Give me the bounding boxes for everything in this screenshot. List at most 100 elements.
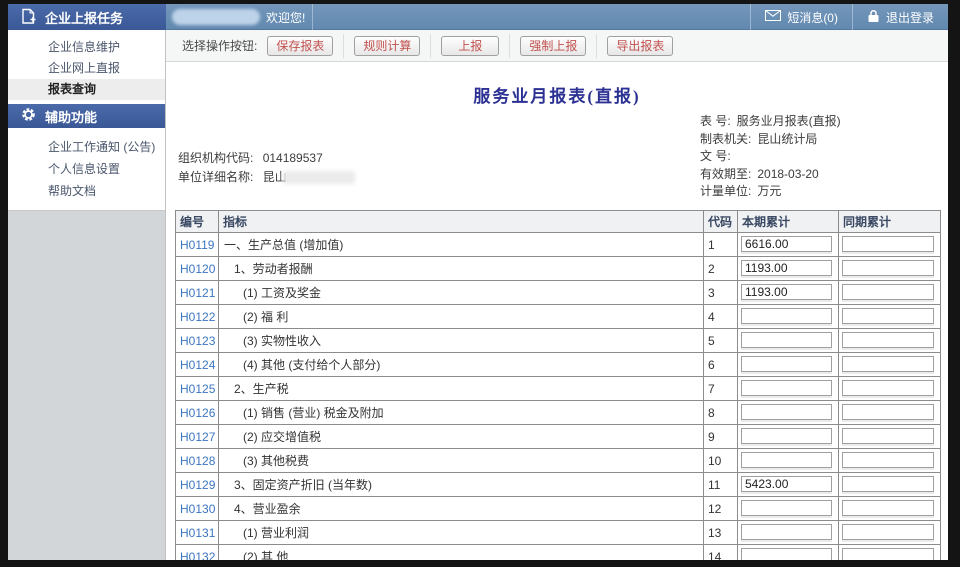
welcome-area: 欢迎您!	[172, 4, 305, 30]
current-period-input[interactable]	[741, 332, 832, 348]
code-cell: 8	[704, 401, 738, 425]
doc-number-label: 文 号:	[700, 149, 731, 163]
table-row: H0121 (1) 工资及奖金 3	[176, 281, 941, 305]
topbar-divider	[312, 4, 313, 30]
same-period-input[interactable]	[842, 524, 934, 540]
table-row: H0119 一、生产总值 (增加值) 1	[176, 233, 941, 257]
indicator-cell: (3) 其他税费	[219, 449, 704, 473]
table-row: H0120 1、劳动者报酬 2	[176, 257, 941, 281]
save-report-button[interactable]: 保存报表	[267, 36, 333, 56]
indicator-cell: (2) 福 利	[219, 305, 704, 329]
table-header-row: 编号 指标 代码 本期累计 同期累计	[176, 211, 941, 233]
same-period-input[interactable]	[842, 500, 934, 516]
indicator-cell: 2、生产税	[219, 377, 704, 401]
rule-calculation-button[interactable]: 规则计算	[354, 36, 420, 56]
table-row: H0123 (3) 实物性收入 5	[176, 329, 941, 353]
current-period-input[interactable]	[741, 284, 832, 300]
report-table: 编号 指标 代码 本期累计 同期累计 H0119 一、生产总值 (增加值) 1 …	[175, 210, 941, 560]
current-period-input[interactable]	[741, 380, 832, 396]
sidebar-item-work-notice[interactable]: 企业工作通知 (公告)	[8, 136, 165, 158]
logout-button[interactable]: 退出登录	[853, 4, 948, 30]
org-code-label: 组织机构代码:	[178, 151, 253, 165]
same-period-input[interactable]	[842, 428, 934, 444]
sidebar-item-help-docs[interactable]: 帮助文档	[8, 180, 165, 202]
current-period-input[interactable]	[741, 476, 832, 492]
row-id-link[interactable]: H0124	[176, 358, 215, 372]
current-period-input[interactable]	[741, 236, 832, 252]
row-id-link[interactable]: H0129	[176, 478, 215, 492]
col-header-same-period: 同期累计	[839, 211, 941, 233]
row-id-link[interactable]: H0127	[176, 430, 215, 444]
sidebar-item-enterprise-info[interactable]: 企业信息维护	[8, 37, 165, 58]
sidebar-item-report-query[interactable]: 报表查询	[8, 79, 165, 100]
application-window: 企业上报任务 欢迎您! 短消息(0) 退出登录	[8, 4, 948, 560]
row-id-link[interactable]: H0121	[176, 286, 215, 300]
row-id-link[interactable]: H0120	[176, 262, 215, 276]
same-period-input[interactable]	[842, 404, 934, 420]
submit-button[interactable]: 上报	[441, 36, 499, 56]
row-id-link[interactable]: H0123	[176, 334, 215, 348]
current-period-input[interactable]	[741, 356, 832, 372]
same-period-input[interactable]	[842, 452, 934, 468]
export-report-button[interactable]: 导出报表	[607, 36, 673, 56]
unit-of-measure-label: 计量单位:	[700, 184, 751, 198]
row-id-link[interactable]: H0131	[176, 526, 215, 540]
top-bar: 企业上报任务 欢迎您! 短消息(0) 退出登录	[8, 4, 948, 30]
toolbar-label: 选择操作按钮:	[182, 37, 257, 54]
messages-button[interactable]: 短消息(0)	[751, 4, 852, 30]
code-cell: 7	[704, 377, 738, 401]
row-id-link[interactable]: H0125	[176, 382, 215, 396]
code-cell: 5	[704, 329, 738, 353]
form-number-label: 表 号:	[700, 114, 731, 128]
same-period-input[interactable]	[842, 260, 934, 276]
current-period-input[interactable]	[741, 524, 832, 540]
current-period-input[interactable]	[741, 308, 832, 324]
toolbar-divider	[596, 34, 597, 58]
indicator-cell: (2) 应交增值税	[219, 425, 704, 449]
same-period-input[interactable]	[842, 332, 934, 348]
table-row: H0131 (1) 营业利润 13	[176, 521, 941, 545]
force-submit-button[interactable]: 强制上报	[520, 36, 586, 56]
row-id-link[interactable]: H0122	[176, 310, 215, 324]
same-period-input[interactable]	[842, 236, 934, 252]
col-header-indicator: 指标	[219, 211, 704, 233]
indicator-cell: (1) 工资及奖金	[219, 281, 704, 305]
sidebar-item-personal-settings[interactable]: 个人信息设置	[8, 158, 165, 180]
current-period-input[interactable]	[741, 404, 832, 420]
sidebar-item-online-direct-report[interactable]: 企业网上直报	[8, 58, 165, 79]
sidebar-nav: 企业信息维护 企业网上直报 报表查询 辅助功能 企业工作通知 (公告) 个人信息…	[8, 30, 165, 211]
same-period-input[interactable]	[842, 476, 934, 492]
org-code-value: 014189537	[263, 151, 323, 165]
current-period-input[interactable]	[741, 452, 832, 468]
document-plus-icon	[21, 8, 36, 27]
same-period-input[interactable]	[842, 380, 934, 396]
current-period-input[interactable]	[741, 500, 832, 516]
row-id-link[interactable]: H0132	[176, 550, 215, 561]
same-period-input[interactable]	[842, 356, 934, 372]
row-id-link[interactable]: H0130	[176, 502, 215, 516]
indicator-cell: (3) 实物性收入	[219, 329, 704, 353]
toolbar-divider	[343, 34, 344, 58]
row-id-link[interactable]: H0128	[176, 454, 215, 468]
indicator-cell: (1) 销售 (营业) 税金及附加	[219, 401, 704, 425]
indicator-cell: 1、劳动者报酬	[219, 257, 704, 281]
same-period-input[interactable]	[842, 548, 934, 561]
page-title: 服务业月报表(直报)	[166, 82, 948, 107]
current-period-input[interactable]	[741, 428, 832, 444]
table-row: H0128 (3) 其他税费 10	[176, 449, 941, 473]
issuing-agency-label: 制表机关:	[700, 132, 751, 146]
indicator-cell: (2) 其 他	[219, 545, 704, 561]
indicator-cell: 3、固定资产折旧 (当年数)	[219, 473, 704, 497]
table-row: H0125 2、生产税 7	[176, 377, 941, 401]
form-number-value: 服务业月报表(直报)	[737, 114, 841, 128]
current-period-input[interactable]	[741, 260, 832, 276]
row-id-link[interactable]: H0126	[176, 406, 215, 420]
row-id-link[interactable]: H0119	[176, 238, 214, 252]
same-period-input[interactable]	[842, 284, 934, 300]
current-period-input[interactable]	[741, 548, 832, 561]
code-cell: 10	[704, 449, 738, 473]
table-row: H0130 4、营业盈余 12	[176, 497, 941, 521]
redacted-username	[172, 9, 260, 25]
code-cell: 6	[704, 353, 738, 377]
same-period-input[interactable]	[842, 308, 934, 324]
